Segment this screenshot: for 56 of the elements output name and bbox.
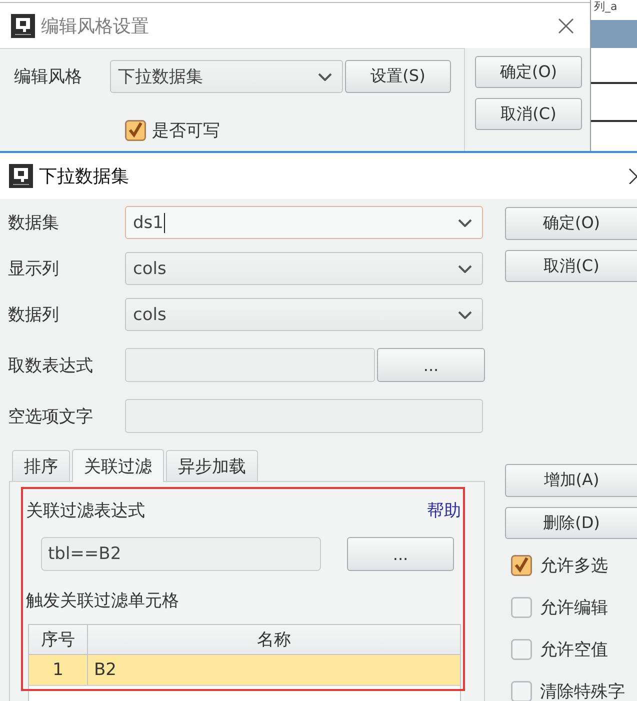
tab[interactable]: 异步加载 — [166, 450, 258, 481]
cancel-button[interactable]: 取消(C) — [475, 98, 582, 130]
cancel-button[interactable]: 取消(C) — [505, 250, 637, 282]
browse-button[interactable]: ... — [347, 537, 454, 571]
field-label: 数据集 — [8, 212, 60, 234]
table-cell-text: B2 — [93, 659, 118, 682]
chevron-icon — [458, 264, 472, 272]
table-row[interactable]: 1 B2 — [29, 655, 460, 686]
chevron-icon — [458, 218, 472, 226]
checkbox[interactable] — [511, 555, 532, 576]
app-logo-icon — [11, 14, 35, 38]
checkbox-label: 允许空值 — [540, 639, 608, 661]
close-icon[interactable] — [629, 168, 637, 184]
help-link[interactable]: 帮助 — [427, 498, 461, 522]
dropdown[interactable]: cols — [125, 298, 483, 331]
settings-button[interactable]: 设置(S) — [345, 60, 451, 93]
column-header: 名称 — [256, 629, 292, 652]
dropdown[interactable]: cols — [125, 252, 483, 285]
section-label: 触发关联过滤单元格 — [26, 590, 179, 612]
checkbox[interactable] — [125, 120, 146, 141]
field-label: 取数表达式 — [8, 354, 94, 376]
checkbox-label: 允许多选 — [540, 555, 608, 577]
dropdown[interactable]: ds1 — [125, 206, 483, 239]
window-title: 编辑风格设置 — [41, 14, 149, 38]
tab[interactable]: 关联过滤 — [72, 449, 164, 482]
window-title: 下拉数据集 — [39, 165, 129, 188]
app-logo-icon — [9, 164, 33, 188]
browse-button[interactable]: ... — [377, 348, 485, 382]
table-cell: 1 — [29, 655, 88, 685]
checkbox[interactable] — [511, 681, 532, 701]
checkbox[interactable] — [511, 639, 532, 660]
ok-button[interactable]: 确定(O) — [475, 56, 582, 88]
add-button[interactable]: 增加(A) — [505, 464, 637, 497]
section-label: 关联过滤表达式 — [26, 500, 145, 522]
field-label: 数据列 — [8, 304, 60, 326]
chevron-icon — [318, 72, 332, 80]
field-label: 编辑风格 — [14, 66, 83, 88]
input-field[interactable] — [125, 399, 483, 433]
expression-field[interactable]: tbl==B2 — [41, 537, 321, 571]
chevron-icon — [458, 310, 472, 318]
tab[interactable]: 排序 — [12, 450, 70, 481]
checkbox[interactable] — [511, 597, 532, 618]
close-icon[interactable] — [558, 18, 574, 34]
table-header-bar — [591, 20, 637, 48]
dropdown[interactable]: 下拉数据集 — [110, 60, 343, 93]
field-label: 显示列 — [8, 258, 60, 280]
checkbox-label: 是否可写 — [152, 120, 220, 142]
ok-button[interactable]: 确定(O) — [505, 207, 637, 240]
delete-button[interactable]: 删除(D) — [505, 507, 637, 539]
input-field[interactable] — [125, 348, 375, 382]
checkbox-label: 允许编辑 — [540, 597, 608, 619]
column-header: 列_a — [593, 0, 618, 14]
field-label: 空选项文字 — [8, 406, 94, 428]
column-header: 序号 — [29, 625, 88, 654]
text-cursor — [164, 212, 166, 232]
checkbox-label: 清除特殊字 — [540, 681, 625, 701]
